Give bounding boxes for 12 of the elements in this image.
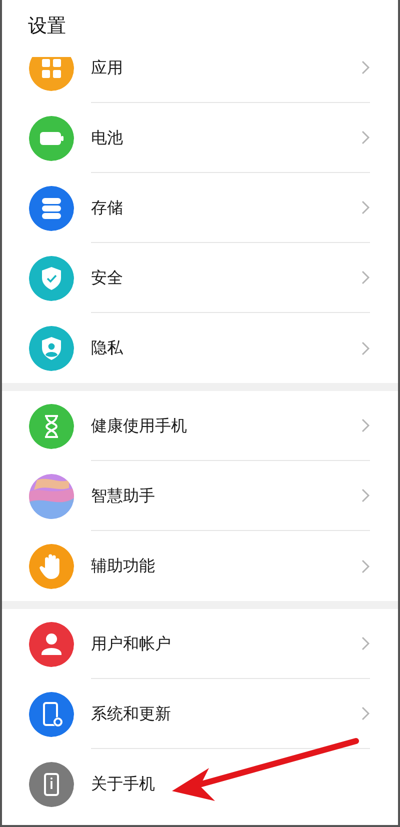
setting-label[interactable]: 应用 (91, 57, 361, 80)
setting-label[interactable]: 隐私 (91, 336, 361, 360)
setting-label[interactable]: 存储 (91, 196, 361, 220)
setting-label[interactable]: 电池 (91, 126, 361, 150)
page-title: 设置 (28, 15, 66, 37)
setting-label[interactable]: 安全 (91, 266, 361, 290)
setting-label[interactable]: 健康使用手机 (91, 414, 361, 438)
setting-label[interactable]: 智慧助手 (91, 484, 361, 508)
setting-label[interactable]: 系统和更新 (91, 702, 361, 726)
setting-label[interactable]: 用户和帐户 (91, 632, 361, 656)
setting-label[interactable]: 辅助功能 (91, 554, 361, 578)
setting-label[interactable]: 关于手机 (91, 772, 370, 796)
